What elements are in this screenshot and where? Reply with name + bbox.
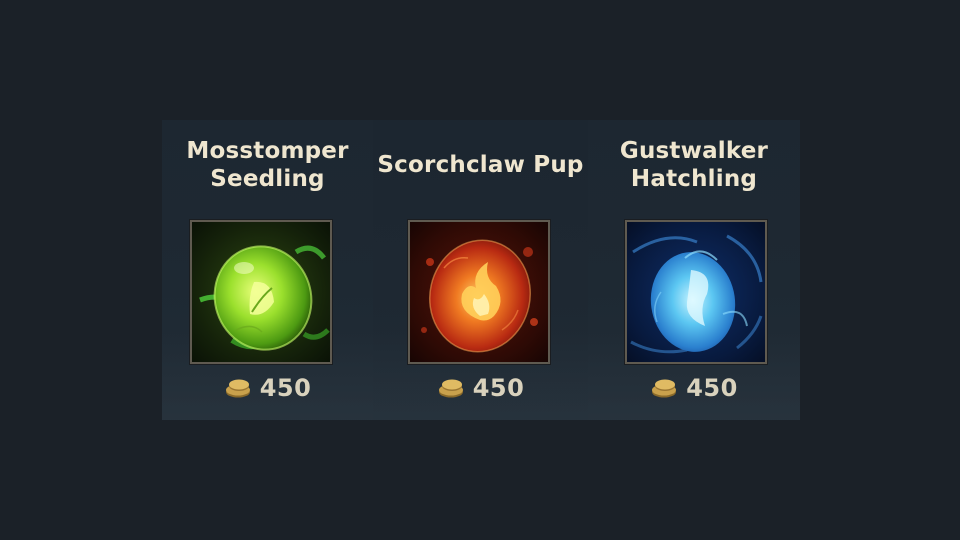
shop-item-mosstomper-seedling[interactable]: Mosstomper Seedling 450 <box>162 120 373 420</box>
shop-item-scorchclaw-pup[interactable]: Scorchclaw Pup 450 <box>373 120 588 420</box>
store-stage: Mosstomper Seedling 450 Scorchclaw Pup 4… <box>0 0 960 540</box>
item-title: Scorchclaw Pup <box>373 151 588 179</box>
price-value: 450 <box>686 374 738 402</box>
price-value: 450 <box>472 374 525 402</box>
gold-coin-icon <box>438 379 463 398</box>
item-portrait-frame[interactable] <box>625 220 767 364</box>
item-price: 450 <box>162 374 373 402</box>
pet-shop-panel: Mosstomper Seedling 450 Scorchclaw Pup 4… <box>162 120 800 420</box>
item-title-line: Mosstomper <box>186 138 349 164</box>
gold-coin-icon <box>225 379 250 398</box>
blue-wind-egg-icon <box>627 222 765 362</box>
item-title-line: Seedling <box>210 166 325 192</box>
item-title: Gustwalker Hatchling <box>588 137 800 193</box>
item-title-line: Scorchclaw Pup <box>377 152 584 178</box>
item-price: 450 <box>588 374 800 402</box>
price-value: 450 <box>259 374 312 402</box>
item-price: 450 <box>373 374 588 402</box>
item-title-line: Hatchling <box>630 166 758 192</box>
shop-item-gustwalker-hatchling[interactable]: Gustwalker Hatchling 450 <box>588 120 800 420</box>
red-flame-egg-icon <box>410 222 548 362</box>
green-leaf-egg-icon <box>192 222 330 362</box>
item-title: Mosstomper Seedling <box>162 137 373 193</box>
item-title-line: Gustwalker <box>619 138 769 164</box>
item-portrait-frame[interactable] <box>190 220 332 364</box>
gold-coin-icon <box>652 379 677 398</box>
item-portrait-frame[interactable] <box>408 220 550 364</box>
